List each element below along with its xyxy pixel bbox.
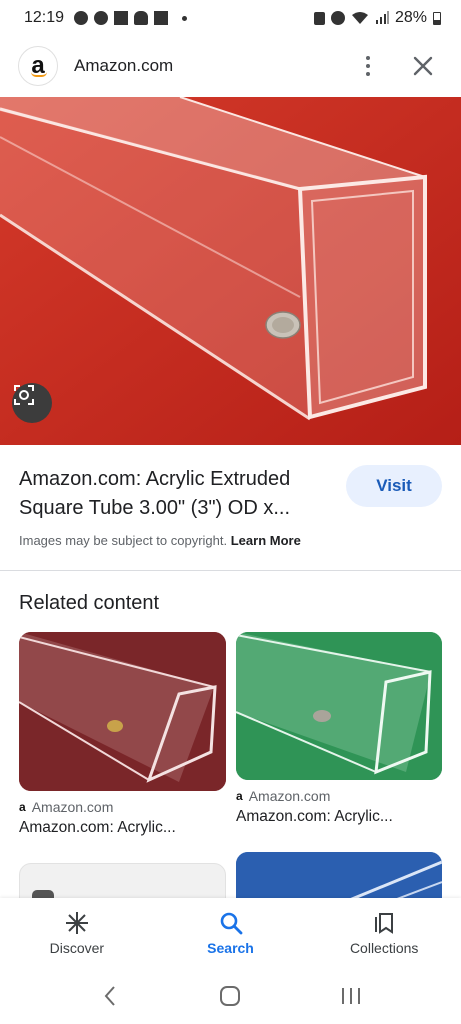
- more-dot: [366, 56, 370, 60]
- back-button[interactable]: [90, 976, 130, 1016]
- amazon-icon: a: [236, 789, 243, 803]
- nav-collections[interactable]: Collections: [307, 898, 461, 968]
- recents-icon: [341, 988, 360, 1004]
- site-name[interactable]: Amazon.com: [74, 56, 173, 76]
- collections-icon: [371, 910, 397, 936]
- recents-button[interactable]: [331, 976, 371, 1016]
- system-navigation-bar: [0, 968, 461, 1024]
- header: a Amazon.com: [0, 36, 461, 96]
- windows-icon: [154, 11, 169, 25]
- nav-collections-label: Collections: [349, 940, 419, 956]
- nav-discover[interactable]: Discover: [0, 898, 154, 968]
- result-title[interactable]: Amazon.com: Acrylic Extruded Square Tube…: [19, 465, 329, 523]
- more-notifications-dot: [182, 15, 188, 21]
- more-options-button[interactable]: [353, 46, 383, 86]
- related-card-source: a Amazon.com: [236, 788, 442, 804]
- bell-icon: [134, 11, 149, 25]
- tube-thumbnail: [236, 632, 442, 780]
- divider: [0, 570, 461, 571]
- related-content-heading: Related content: [19, 592, 160, 614]
- related-card-image[interactable]: [236, 632, 442, 780]
- bottom-navigation: Discover Search Collections: [0, 898, 461, 968]
- more-dot: [366, 72, 370, 76]
- acrylic-tube-illustration: [0, 97, 461, 445]
- related-card-source: a Amazon.com: [19, 799, 226, 815]
- logo-smile-icon: [31, 72, 47, 77]
- related-card[interactable]: a Amazon.com Amazon.com: Acrylic...: [236, 632, 442, 826]
- learn-more-link[interactable]: Learn More: [231, 533, 301, 548]
- related-card-title[interactable]: Amazon.com: Acrylic...: [19, 819, 226, 837]
- youtube-icon: [94, 11, 109, 25]
- notification-icon: [74, 11, 89, 25]
- related-card-source-name: Amazon.com: [248, 788, 331, 804]
- close-icon: [413, 56, 433, 76]
- status-bar: 12:19 28%: [0, 0, 461, 36]
- lens-icon: [14, 385, 34, 405]
- site-logo[interactable]: a: [18, 46, 58, 86]
- home-icon: [220, 986, 241, 1006]
- signal-icon: [375, 11, 389, 24]
- back-icon: [104, 986, 115, 1006]
- wifi-icon: [351, 12, 368, 24]
- copyright-notice: Images may be subject to copyright. Lear…: [19, 533, 301, 548]
- related-card[interactable]: a Amazon.com Amazon.com: Acrylic...: [19, 632, 226, 837]
- amazon-icon: a: [19, 800, 26, 814]
- nav-search-label: Search: [207, 940, 254, 956]
- more-dot: [366, 64, 370, 68]
- alarm-icon: [330, 11, 345, 25]
- status-right: 28%: [313, 9, 441, 27]
- status-left: 12:19: [24, 9, 188, 27]
- nav-search[interactable]: Search: [154, 898, 308, 968]
- close-button[interactable]: [403, 46, 443, 86]
- google-lens-button[interactable]: [12, 383, 52, 423]
- related-card-source-name: Amazon.com: [31, 799, 114, 815]
- battery-percent: 28%: [394, 9, 427, 26]
- battery-icon: [433, 11, 441, 25]
- search-icon: [218, 910, 244, 936]
- main-product-image[interactable]: [0, 97, 461, 445]
- status-time: 12:19: [24, 9, 65, 26]
- home-button[interactable]: [210, 976, 250, 1016]
- shopping-bag-icon: [114, 11, 129, 25]
- related-card-title[interactable]: Amazon.com: Acrylic...: [236, 808, 442, 826]
- tube-thumbnail: [19, 632, 226, 791]
- related-card-image[interactable]: [19, 632, 226, 791]
- visit-button[interactable]: Visit: [346, 465, 442, 507]
- lock-icon: [313, 11, 325, 25]
- copyright-text: Images may be subject to copyright.: [19, 533, 228, 548]
- nav-discover-label: Discover: [49, 940, 105, 956]
- asterisk-icon: [64, 910, 90, 936]
